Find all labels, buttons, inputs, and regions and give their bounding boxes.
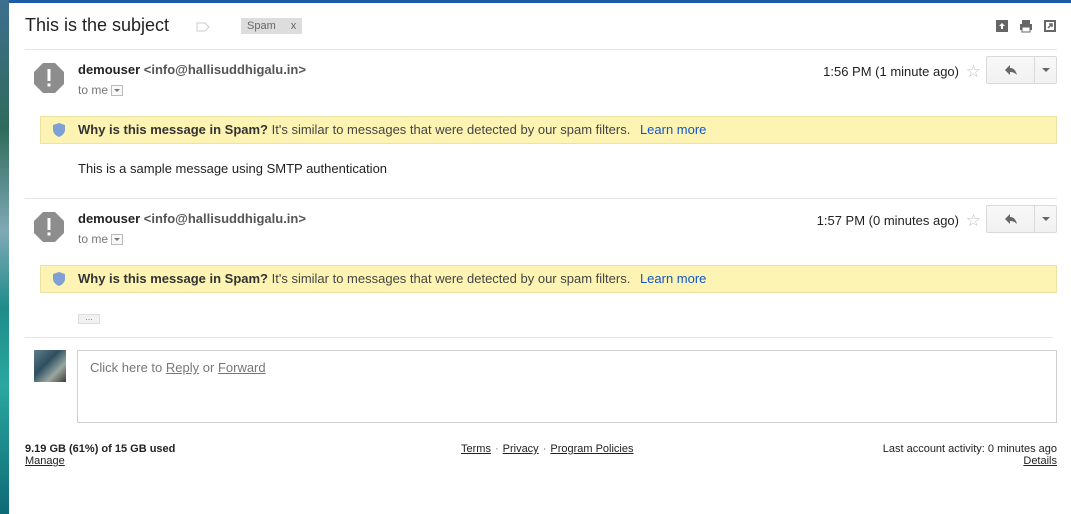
sender-email: <info@hallisuddhigalu.in> bbox=[143, 211, 306, 226]
reply-box[interactable]: Click here to Reply or Forward bbox=[77, 350, 1057, 423]
recipient-text: to me bbox=[78, 232, 109, 246]
reply-prompt-prefix: Click here to bbox=[90, 360, 163, 375]
remove-label-button[interactable]: x bbox=[291, 20, 297, 32]
sender-name: demouser bbox=[78, 211, 141, 226]
recipient-line: to me bbox=[78, 83, 124, 97]
activity-details-link[interactable]: Details bbox=[1023, 455, 1057, 467]
account-activity: Last account activity: 0 minutes ago Det… bbox=[883, 443, 1057, 467]
reply-prompt: Click here to Reply or Forward bbox=[90, 360, 266, 375]
forward-link[interactable]: Forward bbox=[218, 360, 266, 375]
last-activity-text: Last account activity: 0 minutes ago bbox=[882, 443, 1057, 455]
privacy-link[interactable]: Privacy bbox=[503, 443, 539, 455]
shield-icon bbox=[53, 123, 65, 137]
message-time: 1:57 PM (0 minutes ago) bbox=[816, 213, 959, 228]
spam-label-text: Spam bbox=[247, 20, 276, 32]
divider bbox=[25, 337, 1053, 338]
shield-icon bbox=[53, 272, 65, 286]
desktop-background bbox=[0, 0, 9, 514]
new-window-icon[interactable] bbox=[1043, 19, 1057, 33]
sender[interactable]: demouser <info@hallisuddhigalu.in> bbox=[78, 62, 306, 77]
print-icon[interactable] bbox=[1019, 19, 1033, 33]
banner-text: Why is this message in Spam? It's simila… bbox=[78, 117, 706, 143]
message-2[interactable]: demouser <info@hallisuddhigalu.in> to me… bbox=[25, 201, 1057, 336]
banner-title: Why is this message in Spam? bbox=[78, 271, 268, 286]
reply-icon bbox=[1004, 65, 1017, 75]
email-subject: This is the subject bbox=[25, 15, 170, 35]
message-1[interactable]: demouser <info@hallisuddhigalu.in> to me… bbox=[25, 52, 1057, 197]
reply-link[interactable]: Reply bbox=[166, 360, 199, 375]
sender-name: demouser bbox=[78, 62, 141, 77]
spam-warning-icon bbox=[34, 63, 64, 93]
show-details-dropdown[interactable] bbox=[111, 85, 124, 97]
more-actions-button[interactable] bbox=[1035, 56, 1057, 84]
message-body: This is a sample message using SMTP auth… bbox=[78, 161, 388, 176]
star-icon[interactable]: ☆ bbox=[966, 211, 981, 231]
star-icon[interactable]: ☆ bbox=[966, 62, 981, 82]
reply-icon bbox=[1004, 214, 1017, 224]
spam-label-chip: Spam x bbox=[241, 18, 303, 34]
separator: · bbox=[494, 443, 499, 455]
email-thread-view: This is the subject Spam x demouser <inf… bbox=[9, 3, 1071, 514]
message-time: 1:56 PM (1 minute ago) bbox=[823, 64, 959, 79]
sender-email: <info@hallisuddhigalu.in> bbox=[143, 62, 306, 77]
archive-icon[interactable] bbox=[995, 19, 1009, 33]
storage-quota: 9.19 GB (61%) of 15 GB used bbox=[25, 443, 176, 455]
reply-area: Click here to Reply or Forward bbox=[25, 350, 1057, 425]
recipient-line: to me bbox=[78, 232, 124, 246]
show-trimmed-content-button[interactable]: ... bbox=[78, 313, 100, 324]
show-details-dropdown[interactable] bbox=[111, 234, 124, 246]
sender[interactable]: demouser <info@hallisuddhigalu.in> bbox=[78, 211, 306, 226]
thread-actions bbox=[995, 19, 1057, 33]
separator: · bbox=[542, 443, 547, 455]
reply-button[interactable] bbox=[986, 205, 1035, 233]
avatar bbox=[34, 350, 66, 382]
divider bbox=[25, 198, 1057, 199]
learn-more-link[interactable]: Learn more bbox=[640, 271, 706, 286]
subject-row: This is the subject Spam x bbox=[25, 15, 1057, 41]
reply-button-group bbox=[986, 56, 1057, 84]
reply-button-group bbox=[986, 205, 1057, 233]
learn-more-link[interactable]: Learn more bbox=[640, 122, 706, 137]
banner-reason: It's similar to messages that were detec… bbox=[271, 122, 631, 137]
more-actions-button[interactable] bbox=[1035, 205, 1057, 233]
spam-explanation-banner: Why is this message in Spam? It's simila… bbox=[40, 265, 1057, 293]
banner-reason: It's similar to messages that were detec… bbox=[271, 271, 631, 286]
storage-info: 9.19 GB (61%) of 15 GB used Manage bbox=[25, 443, 175, 467]
reply-prompt-or: or bbox=[202, 360, 215, 375]
manage-storage-link[interactable]: Manage bbox=[25, 455, 65, 467]
terms-link[interactable]: Terms bbox=[461, 443, 491, 455]
reply-button[interactable] bbox=[986, 56, 1035, 84]
banner-text: Why is this message in Spam? It's simila… bbox=[78, 266, 706, 292]
spam-warning-icon bbox=[34, 212, 64, 242]
spam-explanation-banner: Why is this message in Spam? It's simila… bbox=[40, 116, 1057, 144]
footer-links: Terms · Privacy · Program Policies bbox=[461, 443, 634, 455]
recipient-text: to me bbox=[78, 83, 109, 97]
divider bbox=[25, 49, 1057, 50]
label-icon[interactable] bbox=[196, 22, 210, 32]
program-policies-link[interactable]: Program Policies bbox=[550, 443, 633, 455]
banner-title: Why is this message in Spam? bbox=[78, 122, 268, 137]
